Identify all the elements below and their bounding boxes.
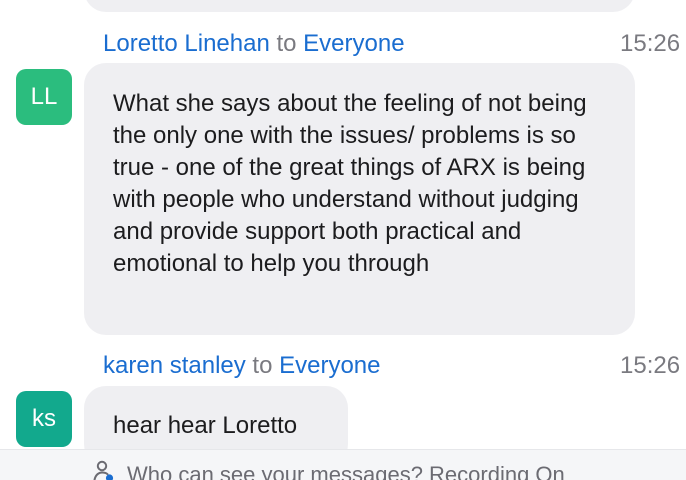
- to-label: to: [252, 352, 273, 379]
- sender-name[interactable]: karen stanley: [103, 352, 246, 379]
- message-text: hear hear Loretto: [113, 412, 298, 439]
- to-label: to: [276, 30, 297, 57]
- recipient-name[interactable]: Everyone: [279, 352, 380, 379]
- recipient-name[interactable]: Everyone: [303, 30, 404, 57]
- message-text: What she says about the feeling of not b…: [113, 90, 587, 277]
- message-time: 15:26: [620, 30, 681, 57]
- avatar[interactable]: LL: [16, 69, 72, 125]
- avatar[interactable]: ks: [16, 391, 72, 447]
- message-time: 15:26: [620, 352, 681, 379]
- privacy-notice-text[interactable]: Who can see your messages? Recording On: [127, 462, 565, 480]
- chat-panel: Loretto Linehan to Everyone 15:26 LL Wha…: [0, 0, 686, 480]
- message-header: Loretto Linehan to Everyone: [103, 29, 405, 59]
- sender-name[interactable]: Loretto Linehan: [103, 30, 270, 57]
- message-bubble[interactable]: What she says about the feeling of not b…: [84, 63, 635, 335]
- previous-message-bubble: [84, 0, 635, 12]
- person-icon: [92, 459, 116, 480]
- privacy-notice-bar[interactable]: Who can see your messages? Recording On: [0, 449, 686, 480]
- message-header: karen stanley to Everyone: [103, 351, 381, 381]
